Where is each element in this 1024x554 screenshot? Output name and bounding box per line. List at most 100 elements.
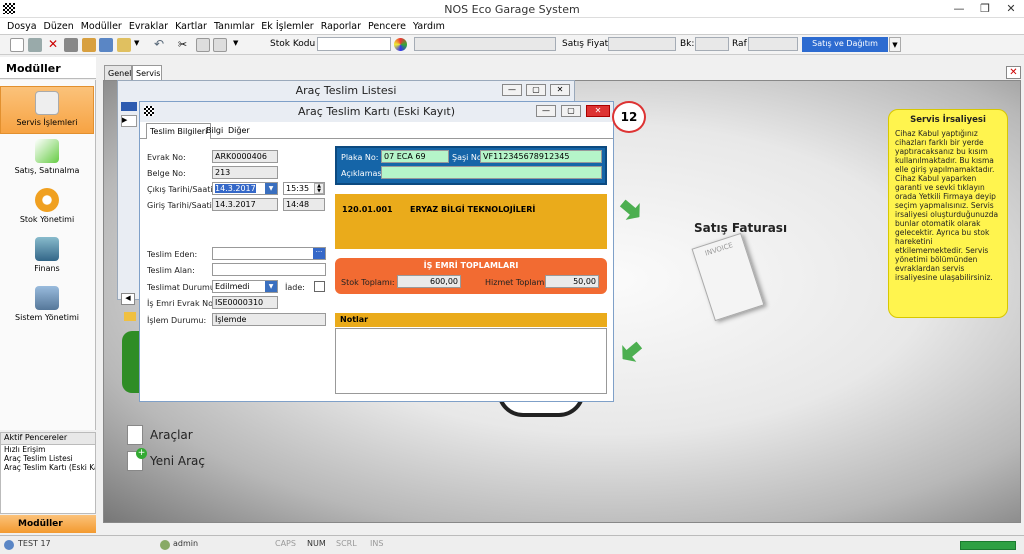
workspace-close-icon[interactable]: ✕ <box>1006 66 1021 79</box>
teslim-alan-label: Teslim Alan: <box>147 266 195 275</box>
copy-icon[interactable] <box>196 38 210 52</box>
iade-label: İade: <box>285 283 305 292</box>
menu-raporlar[interactable]: Raporlar <box>321 21 361 32</box>
stok-adi-field <box>414 37 556 51</box>
lookup-button[interactable]: ··· <box>313 248 325 259</box>
menu-duzen[interactable]: Düzen <box>44 21 74 32</box>
teslim-alan-input[interactable] <box>212 263 326 276</box>
module-label: Sistem Yönetimi <box>15 313 79 322</box>
araclar-icon[interactable] <box>127 425 143 445</box>
notlar-header: Notlar <box>335 313 607 327</box>
minimize-button[interactable]: — <box>536 105 556 117</box>
islem-durumu-field: İşlemde <box>212 313 326 326</box>
tab-bilgi[interactable]: Bilgi <box>206 126 223 135</box>
raf-field <box>748 37 798 51</box>
toolbar-dropdown-icon[interactable]: ▼ <box>233 39 238 47</box>
chevron-down-icon[interactable]: ▼ <box>265 281 277 292</box>
date-dropdown-icon[interactable]: ▼ <box>265 183 277 194</box>
active-window-item[interactable]: Araç Teslim Listesi <box>1 454 95 463</box>
notlar-textarea[interactable] <box>335 328 607 394</box>
users-icon[interactable] <box>82 38 96 52</box>
module-stok-yonetimi[interactable]: Stok Yönetimi <box>0 184 94 232</box>
calculator-icon[interactable] <box>117 38 131 52</box>
customer-name: ERYAZ BİLGİ TEKNOLOJİLERİ <box>410 205 536 214</box>
module-servis-islemleri[interactable]: Servis İşlemleri <box>0 86 94 134</box>
minimize-button[interactable]: — <box>502 84 522 96</box>
status-bar: TEST 17 admin CAPS NUM SCRL INS <box>0 535 1024 554</box>
minimize-button[interactable]: — <box>946 0 972 18</box>
sasi-no-field[interactable]: VF112345678912345 <box>480 150 602 163</box>
is-emri-evrak-label: İş Emri Evrak No: <box>147 299 216 308</box>
status-scrl: SCRL <box>336 539 357 548</box>
close-button[interactable]: ✕ <box>586 105 610 117</box>
module-finans[interactable]: Finans <box>0 233 94 281</box>
stok-kodu-input[interactable] <box>317 37 391 51</box>
toolbar: ✕ ▼ ↶ ✂ ▼ Stok Kodu Satış Fiyatı Bk: Raf… <box>0 35 1024 55</box>
module-sistem-yonetimi[interactable]: Sistem Yönetimi <box>0 282 94 330</box>
totals-title: İŞ EMRİ TOPLAMLARI <box>423 261 519 270</box>
toolbar-dropdown-icon[interactable]: ▼ <box>134 39 139 47</box>
save-icon[interactable] <box>28 38 42 52</box>
invoice-label: INVOICE <box>704 241 734 258</box>
maximize-button[interactable]: ▢ <box>561 105 581 117</box>
folder-icon <box>124 312 136 321</box>
module-label: Satış, Satınalma <box>14 166 80 175</box>
menu-ek-islemler[interactable]: Ek İşlemler <box>261 21 313 32</box>
plaka-no-field[interactable]: 07 ECA 69 <box>381 150 449 163</box>
menu-moduller[interactable]: Modüller <box>81 21 122 32</box>
is-emri-evrak-field: ISE0000310 <box>212 296 278 309</box>
print-icon[interactable] <box>64 38 78 52</box>
note-body: Cihaz Kabul yaptığınız cihazları farklı … <box>895 129 999 282</box>
cut-icon[interactable]: ✂ <box>178 38 192 52</box>
status-admin: admin <box>173 539 199 548</box>
arrow-icon <box>616 337 647 368</box>
teslim-eden-label: Teslim Eden: <box>147 250 198 259</box>
giris-saat-field: 14:48 <box>283 198 325 211</box>
active-windows-panel: Aktif Pencereler Hızlı Erişim Araç Tesli… <box>0 432 96 514</box>
menu-evraklar[interactable]: Evraklar <box>129 21 168 32</box>
invoice-icon[interactable]: INVOICE <box>691 232 765 322</box>
module-satis-satinalma[interactable]: Satış, Satınalma <box>0 135 94 183</box>
araclar-link[interactable]: Araçlar <box>150 428 193 442</box>
satis-ve-dagitim-dropdown-icon[interactable]: ▼ <box>889 37 901 52</box>
satis-ve-dagitim-button[interactable]: Satış ve Dağıtım <box>802 37 888 52</box>
tab-diger[interactable]: Diğer <box>228 126 250 135</box>
belge-no-field[interactable]: 213 <box>212 166 278 179</box>
yeni-arac-link[interactable]: Yeni Araç <box>150 454 205 468</box>
paste-icon[interactable] <box>213 38 227 52</box>
window-logo-icon <box>144 106 154 116</box>
teslim-eden-input[interactable] <box>212 247 326 260</box>
close-button[interactable]: ✕ <box>550 84 570 96</box>
giris-tarih-field: 14.3.2017 <box>212 198 278 211</box>
undo-icon[interactable]: ↶ <box>154 38 168 52</box>
progress-bar <box>960 541 1016 550</box>
modules-panel: Servis İşlemleri Satış, Satınalma Stok Y… <box>0 80 96 430</box>
customer-panel: 120.01.001 ERYAZ BİLGİ TEKNOLOJİLERİ <box>335 194 607 249</box>
maximize-button[interactable]: ▢ <box>526 84 546 96</box>
iade-checkbox[interactable] <box>314 281 325 292</box>
menu-tanimlar[interactable]: Tanımlar <box>214 21 254 32</box>
menu-kartlar[interactable]: Kartlar <box>175 21 207 32</box>
close-button[interactable]: ✕ <box>998 0 1024 18</box>
scroll-left-button[interactable]: ◀ <box>121 293 135 305</box>
giris-tarihi-label: Giriş Tarihi/Saati: <box>147 201 215 210</box>
active-window-item[interactable]: Araç Teslim Kartı (Eski Ka <box>1 463 95 472</box>
status-caps: CAPS <box>275 539 296 548</box>
menu-yardim[interactable]: Yardım <box>413 21 445 32</box>
bk-label: Bk: <box>680 39 695 49</box>
moduller-button[interactable]: Modüller <box>0 515 96 533</box>
color-icon[interactable] <box>394 38 407 51</box>
new-icon[interactable] <box>10 38 24 52</box>
menu-dosya[interactable]: Dosya <box>7 21 37 32</box>
aciklamasi-field[interactable] <box>381 166 602 179</box>
app-title: NOS Eco Garage System <box>444 3 580 16</box>
restore-button[interactable]: ❐ <box>972 0 998 18</box>
active-window-item[interactable]: Hızlı Erişim <box>1 445 95 454</box>
pen-icon <box>35 139 59 163</box>
customer-code: 120.01.001 <box>342 205 393 214</box>
time-spinner-icon[interactable]: ▲ ▼ <box>314 183 324 194</box>
menu-pencere[interactable]: Pencere <box>368 21 406 32</box>
tab-teslim-bilgileri[interactable]: Teslim Bilgileri <box>146 123 212 139</box>
window-icon[interactable] <box>99 38 113 52</box>
delete-icon[interactable]: ✕ <box>46 38 60 52</box>
